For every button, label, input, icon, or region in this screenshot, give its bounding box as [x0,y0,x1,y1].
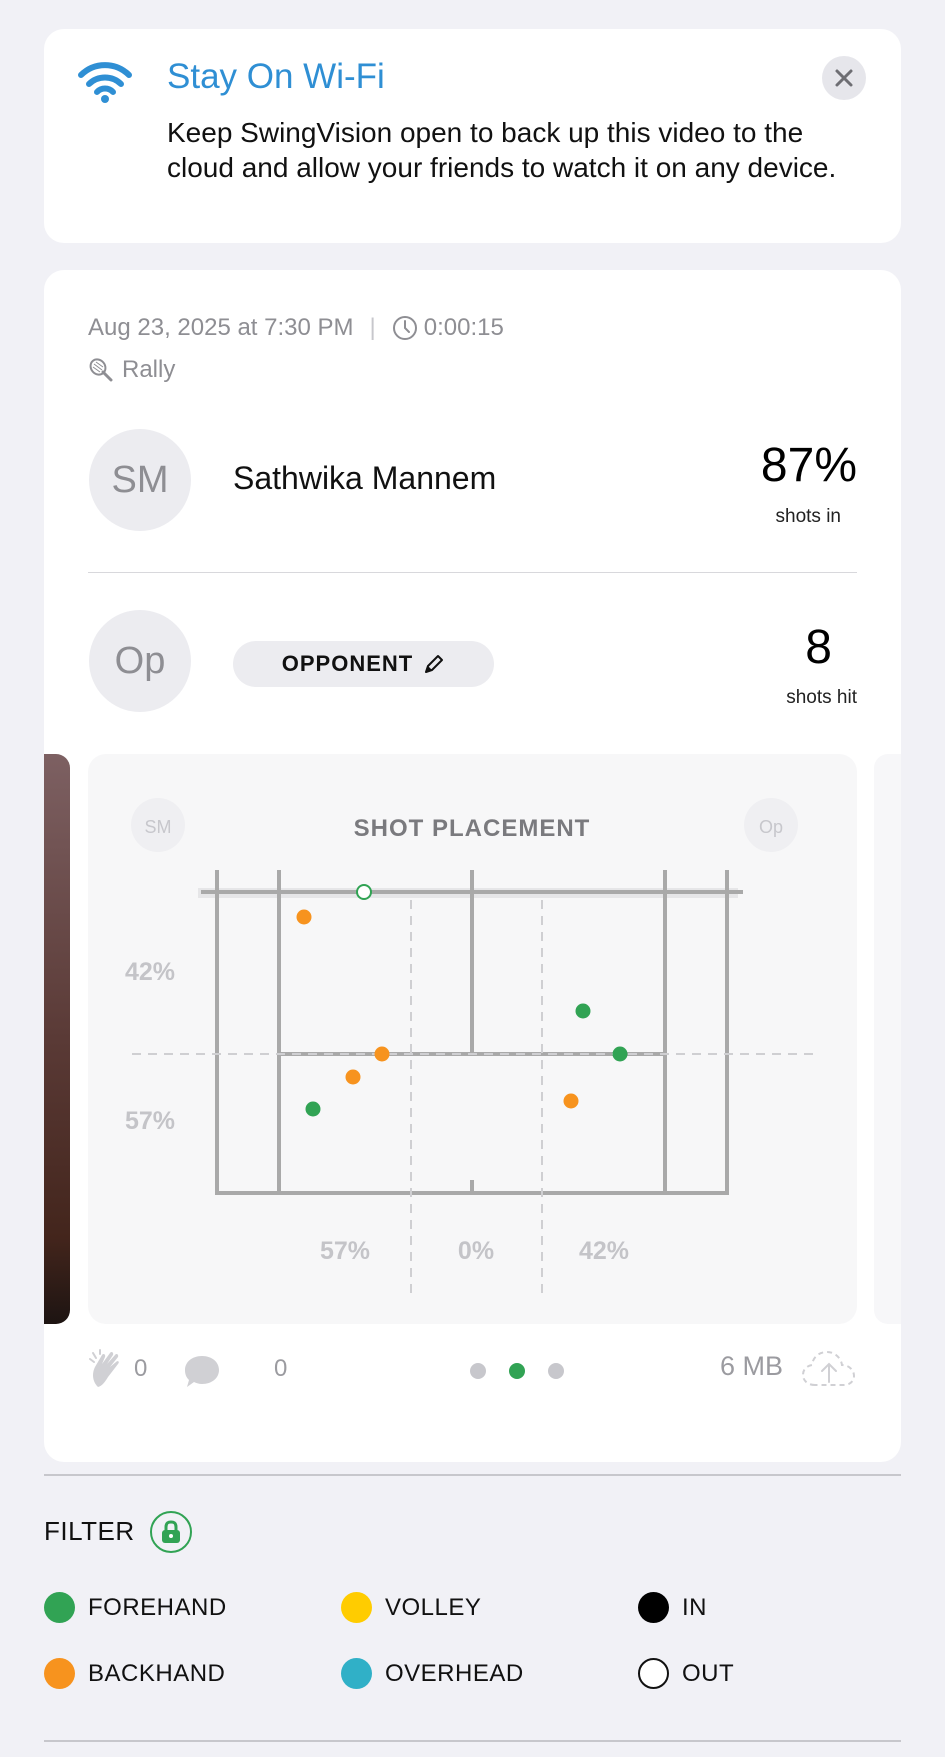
banner-body: Keep SwingVision open to back up this vi… [167,117,837,183]
next-card-peek[interactable] [874,754,901,1324]
lock-icon [162,1520,180,1543]
opponent-avatar[interactable]: Op [89,610,191,712]
out-swatch [638,1658,669,1689]
opponent-button-label: OPPONENT [281,651,414,676]
pencil-icon [425,655,444,673]
opponent-initials-text: Op [759,817,783,837]
shot-backhand [345,1069,361,1085]
close-icon [835,69,853,87]
filter-out-label: OUT [682,1659,735,1687]
page-dot-2[interactable] [509,1363,525,1379]
racket-icon [89,358,113,382]
cloud-upload-icon[interactable] [801,1349,857,1389]
session-type-label: Rally [122,356,176,383]
shot-placement-panel[interactable]: SM Op SHOT PLACEMENT 42% 57% 57% 0% 42% [88,754,857,1324]
chart-title: SHOT PLACEMENT [354,815,591,842]
filter-lock-button[interactable] [150,1511,192,1553]
filter-backhand[interactable]: BACKHAND [44,1658,225,1689]
width-pct-right: 42% [579,1237,629,1265]
comment-icon[interactable] [183,1354,221,1390]
filter-out[interactable]: OUT [638,1658,734,1689]
shots-hit-label: shots hit [786,687,857,708]
player-name: Sathwika Mannem [233,460,497,496]
clap-icon[interactable] [88,1349,124,1389]
shots-in-label: shots in [775,506,841,527]
filter-backhand-label: BACKHAND [88,1659,226,1687]
player-initials-text: SM [145,817,172,837]
shot-forehand [612,1046,628,1062]
section-divider-bottom [44,1740,901,1742]
width-pct-left: 57% [320,1237,370,1265]
wifi-banner: Stay On Wi-Fi Keep SwingVision open to b… [44,29,901,243]
filter-forehand-label: FOREHAND [88,1593,227,1621]
session-meta: Aug 23, 2025 at 7:30 PM | 0:00:15 [88,314,504,342]
page-dot-1[interactable] [470,1363,486,1379]
filter-title: FILTER [44,1516,135,1546]
banner-title: Stay On Wi-Fi [167,57,385,96]
edit-opponent-button[interactable]: OPPONENT [233,641,494,687]
clap-count: 0 [134,1355,148,1382]
overhead-swatch [341,1658,372,1689]
video-thumbnail-peek[interactable] [44,754,70,1324]
in-swatch [638,1592,669,1623]
court-lines [215,870,729,1195]
player-avatar[interactable]: SM [89,429,191,531]
session-date: Aug 23, 2025 at 7:30 PM [88,314,354,341]
session-type: Rally [88,356,175,384]
shot-backhand [563,1093,579,1109]
player-divider [88,572,857,573]
volley-swatch [341,1592,372,1623]
shot-backhand [296,909,312,925]
page-dot-3[interactable] [548,1363,564,1379]
shot-forehand [305,1101,321,1117]
comment-count: 0 [274,1355,288,1382]
filter-in-label: IN [682,1593,707,1621]
forehand-swatch [44,1592,75,1623]
wifi-icon [78,62,132,103]
card-footer: 0 0 6 MB [88,1345,857,1395]
meta-separator: | [369,314,376,341]
filter-overhead-label: OVERHEAD [385,1659,524,1687]
filter-volley-label: VOLLEY [385,1593,482,1621]
depth-pct-short: 57% [125,1107,175,1135]
shot-forehand-out [356,884,372,900]
session-card[interactable]: Aug 23, 2025 at 7:30 PM | 0:00:15 Rally … [44,270,901,1462]
shot-backhand [374,1046,390,1062]
width-pct-middle: 0% [458,1237,494,1265]
depth-pct-deep: 42% [125,958,175,986]
shot-placement-chart: SM Op SHOT PLACEMENT 42% 57% 57% 0% 42% [125,798,813,1294]
shots-hit-value: 8 [805,621,832,674]
shots-in-value: 87% [760,439,857,492]
video-size: 6 MB [719,1351,783,1381]
filter-forehand[interactable]: FOREHAND [44,1592,227,1623]
filter-volley[interactable]: VOLLEY [341,1592,481,1623]
filter-overhead[interactable]: OVERHEAD [341,1658,524,1689]
session-duration: 0:00:15 [423,314,504,341]
shot-forehand [575,1003,591,1019]
clock-icon [392,316,417,340]
backhand-swatch [44,1658,75,1689]
filter-in[interactable]: IN [638,1592,707,1623]
section-divider-top [44,1474,901,1476]
close-button[interactable] [822,56,866,100]
